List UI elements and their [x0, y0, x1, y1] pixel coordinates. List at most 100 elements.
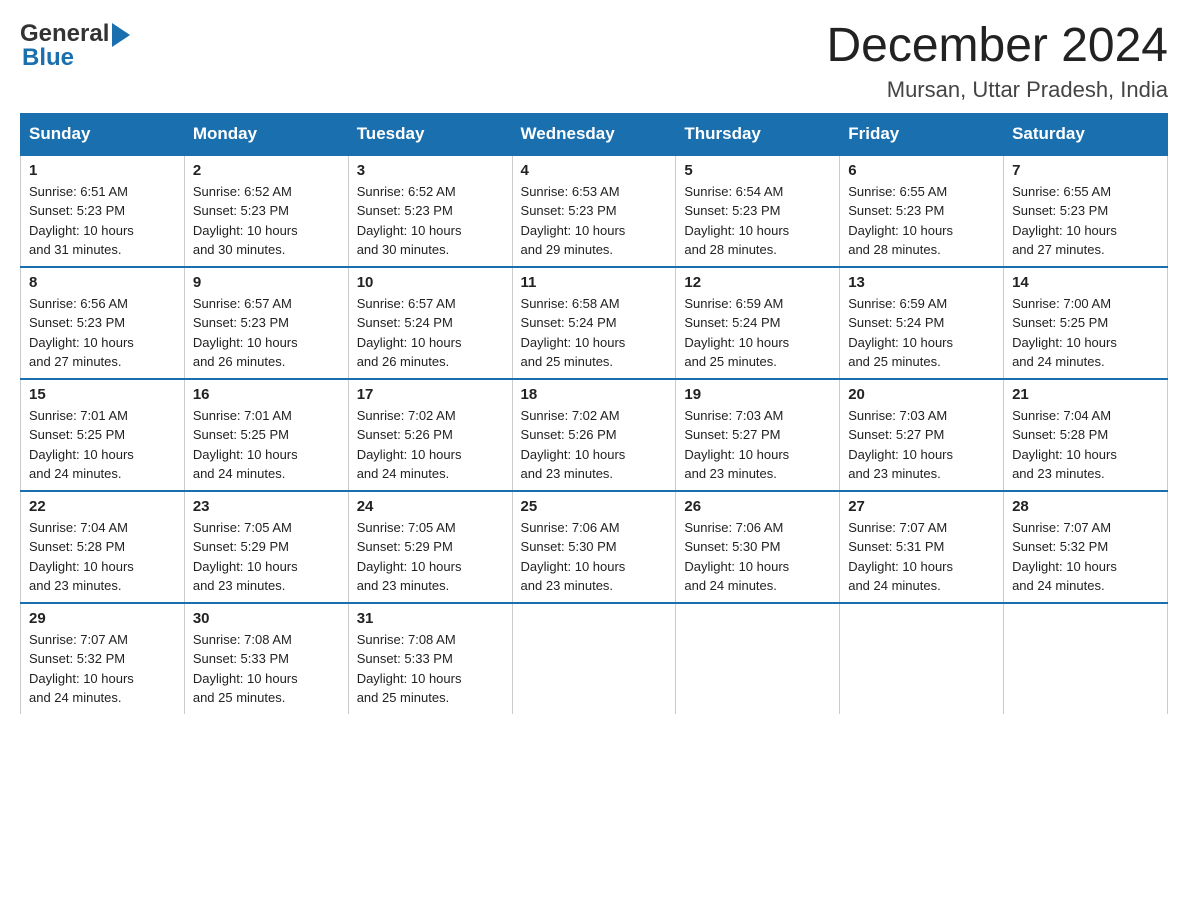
day-number: 19: [684, 386, 831, 403]
table-row: 30 Sunrise: 7:08 AMSunset: 5:33 PMDaylig…: [184, 603, 348, 714]
header-tuesday: Tuesday: [348, 113, 512, 155]
day-info: Sunrise: 7:08 AMSunset: 5:33 PMDaylight:…: [357, 630, 504, 708]
table-row: 8 Sunrise: 6:56 AMSunset: 5:23 PMDayligh…: [21, 267, 185, 379]
day-info: Sunrise: 7:03 AMSunset: 5:27 PMDaylight:…: [848, 406, 995, 484]
day-info: Sunrise: 7:03 AMSunset: 5:27 PMDaylight:…: [684, 406, 831, 484]
header-thursday: Thursday: [676, 113, 840, 155]
table-row: 5 Sunrise: 6:54 AMSunset: 5:23 PMDayligh…: [676, 155, 840, 267]
day-info: Sunrise: 6:57 AMSunset: 5:23 PMDaylight:…: [193, 294, 340, 372]
day-number: 31: [357, 610, 504, 627]
table-row: [1004, 603, 1168, 714]
day-info: Sunrise: 6:57 AMSunset: 5:24 PMDaylight:…: [357, 294, 504, 372]
day-info: Sunrise: 6:59 AMSunset: 5:24 PMDaylight:…: [684, 294, 831, 372]
day-number: 26: [684, 498, 831, 515]
day-info: Sunrise: 6:52 AMSunset: 5:23 PMDaylight:…: [357, 182, 504, 260]
day-info: Sunrise: 7:07 AMSunset: 5:32 PMDaylight:…: [29, 630, 176, 708]
day-info: Sunrise: 7:05 AMSunset: 5:29 PMDaylight:…: [193, 518, 340, 596]
day-info: Sunrise: 7:00 AMSunset: 5:25 PMDaylight:…: [1012, 294, 1159, 372]
day-info: Sunrise: 6:53 AMSunset: 5:23 PMDaylight:…: [521, 182, 668, 260]
day-number: 11: [521, 274, 668, 291]
table-row: 17 Sunrise: 7:02 AMSunset: 5:26 PMDaylig…: [348, 379, 512, 491]
day-number: 24: [357, 498, 504, 515]
day-info: Sunrise: 7:04 AMSunset: 5:28 PMDaylight:…: [1012, 406, 1159, 484]
day-number: 3: [357, 162, 504, 179]
table-row: 3 Sunrise: 6:52 AMSunset: 5:23 PMDayligh…: [348, 155, 512, 267]
day-info: Sunrise: 7:06 AMSunset: 5:30 PMDaylight:…: [521, 518, 668, 596]
day-number: 5: [684, 162, 831, 179]
table-row: [512, 603, 676, 714]
table-row: 21 Sunrise: 7:04 AMSunset: 5:28 PMDaylig…: [1004, 379, 1168, 491]
day-number: 4: [521, 162, 668, 179]
table-row: 18 Sunrise: 7:02 AMSunset: 5:26 PMDaylig…: [512, 379, 676, 491]
day-info: Sunrise: 7:02 AMSunset: 5:26 PMDaylight:…: [521, 406, 668, 484]
table-row: 4 Sunrise: 6:53 AMSunset: 5:23 PMDayligh…: [512, 155, 676, 267]
weekday-header-row: Sunday Monday Tuesday Wednesday Thursday…: [21, 113, 1168, 155]
table-row: 23 Sunrise: 7:05 AMSunset: 5:29 PMDaylig…: [184, 491, 348, 603]
header-saturday: Saturday: [1004, 113, 1168, 155]
day-info: Sunrise: 6:52 AMSunset: 5:23 PMDaylight:…: [193, 182, 340, 260]
day-info: Sunrise: 6:55 AMSunset: 5:23 PMDaylight:…: [848, 182, 995, 260]
table-row: 29 Sunrise: 7:07 AMSunset: 5:32 PMDaylig…: [21, 603, 185, 714]
table-row: 26 Sunrise: 7:06 AMSunset: 5:30 PMDaylig…: [676, 491, 840, 603]
table-row: 11 Sunrise: 6:58 AMSunset: 5:24 PMDaylig…: [512, 267, 676, 379]
day-number: 20: [848, 386, 995, 403]
day-info: Sunrise: 7:01 AMSunset: 5:25 PMDaylight:…: [193, 406, 340, 484]
table-row: 9 Sunrise: 6:57 AMSunset: 5:23 PMDayligh…: [184, 267, 348, 379]
table-row: 22 Sunrise: 7:04 AMSunset: 5:28 PMDaylig…: [21, 491, 185, 603]
day-number: 16: [193, 386, 340, 403]
day-number: 18: [521, 386, 668, 403]
day-info: Sunrise: 7:04 AMSunset: 5:28 PMDaylight:…: [29, 518, 176, 596]
calendar-table: Sunday Monday Tuesday Wednesday Thursday…: [20, 113, 1168, 714]
day-number: 12: [684, 274, 831, 291]
day-number: 9: [193, 274, 340, 291]
calendar-week-row: 1 Sunrise: 6:51 AMSunset: 5:23 PMDayligh…: [21, 155, 1168, 267]
day-info: Sunrise: 6:56 AMSunset: 5:23 PMDaylight:…: [29, 294, 176, 372]
table-row: [840, 603, 1004, 714]
calendar-week-row: 29 Sunrise: 7:07 AMSunset: 5:32 PMDaylig…: [21, 603, 1168, 714]
table-row: 7 Sunrise: 6:55 AMSunset: 5:23 PMDayligh…: [1004, 155, 1168, 267]
day-number: 13: [848, 274, 995, 291]
page-header: General Blue December 2024 Mursan, Uttar…: [20, 20, 1168, 103]
day-number: 22: [29, 498, 176, 515]
table-row: 27 Sunrise: 7:07 AMSunset: 5:31 PMDaylig…: [840, 491, 1004, 603]
day-info: Sunrise: 6:54 AMSunset: 5:23 PMDaylight:…: [684, 182, 831, 260]
day-info: Sunrise: 6:55 AMSunset: 5:23 PMDaylight:…: [1012, 182, 1159, 260]
header-wednesday: Wednesday: [512, 113, 676, 155]
location-title: Mursan, Uttar Pradesh, India: [826, 77, 1168, 103]
day-info: Sunrise: 7:07 AMSunset: 5:31 PMDaylight:…: [848, 518, 995, 596]
day-info: Sunrise: 6:58 AMSunset: 5:24 PMDaylight:…: [521, 294, 668, 372]
table-row: 6 Sunrise: 6:55 AMSunset: 5:23 PMDayligh…: [840, 155, 1004, 267]
calendar-week-row: 15 Sunrise: 7:01 AMSunset: 5:25 PMDaylig…: [21, 379, 1168, 491]
table-row: 10 Sunrise: 6:57 AMSunset: 5:24 PMDaylig…: [348, 267, 512, 379]
title-section: December 2024 Mursan, Uttar Pradesh, Ind…: [826, 20, 1168, 103]
day-info: Sunrise: 7:08 AMSunset: 5:33 PMDaylight:…: [193, 630, 340, 708]
header-friday: Friday: [840, 113, 1004, 155]
day-number: 27: [848, 498, 995, 515]
day-info: Sunrise: 6:51 AMSunset: 5:23 PMDaylight:…: [29, 182, 176, 260]
day-info: Sunrise: 6:59 AMSunset: 5:24 PMDaylight:…: [848, 294, 995, 372]
header-monday: Monday: [184, 113, 348, 155]
table-row: 16 Sunrise: 7:01 AMSunset: 5:25 PMDaylig…: [184, 379, 348, 491]
table-row: [676, 603, 840, 714]
header-sunday: Sunday: [21, 113, 185, 155]
table-row: 15 Sunrise: 7:01 AMSunset: 5:25 PMDaylig…: [21, 379, 185, 491]
day-number: 21: [1012, 386, 1159, 403]
table-row: 25 Sunrise: 7:06 AMSunset: 5:30 PMDaylig…: [512, 491, 676, 603]
table-row: 31 Sunrise: 7:08 AMSunset: 5:33 PMDaylig…: [348, 603, 512, 714]
month-title: December 2024: [826, 20, 1168, 73]
day-number: 15: [29, 386, 176, 403]
table-row: 1 Sunrise: 6:51 AMSunset: 5:23 PMDayligh…: [21, 155, 185, 267]
day-number: 23: [193, 498, 340, 515]
table-row: 28 Sunrise: 7:07 AMSunset: 5:32 PMDaylig…: [1004, 491, 1168, 603]
day-number: 6: [848, 162, 995, 179]
day-info: Sunrise: 7:05 AMSunset: 5:29 PMDaylight:…: [357, 518, 504, 596]
table-row: 14 Sunrise: 7:00 AMSunset: 5:25 PMDaylig…: [1004, 267, 1168, 379]
day-info: Sunrise: 7:07 AMSunset: 5:32 PMDaylight:…: [1012, 518, 1159, 596]
day-info: Sunrise: 7:02 AMSunset: 5:26 PMDaylight:…: [357, 406, 504, 484]
calendar-week-row: 22 Sunrise: 7:04 AMSunset: 5:28 PMDaylig…: [21, 491, 1168, 603]
table-row: 2 Sunrise: 6:52 AMSunset: 5:23 PMDayligh…: [184, 155, 348, 267]
logo-blue-text: Blue: [20, 44, 130, 72]
day-number: 10: [357, 274, 504, 291]
day-number: 17: [357, 386, 504, 403]
day-info: Sunrise: 7:01 AMSunset: 5:25 PMDaylight:…: [29, 406, 176, 484]
